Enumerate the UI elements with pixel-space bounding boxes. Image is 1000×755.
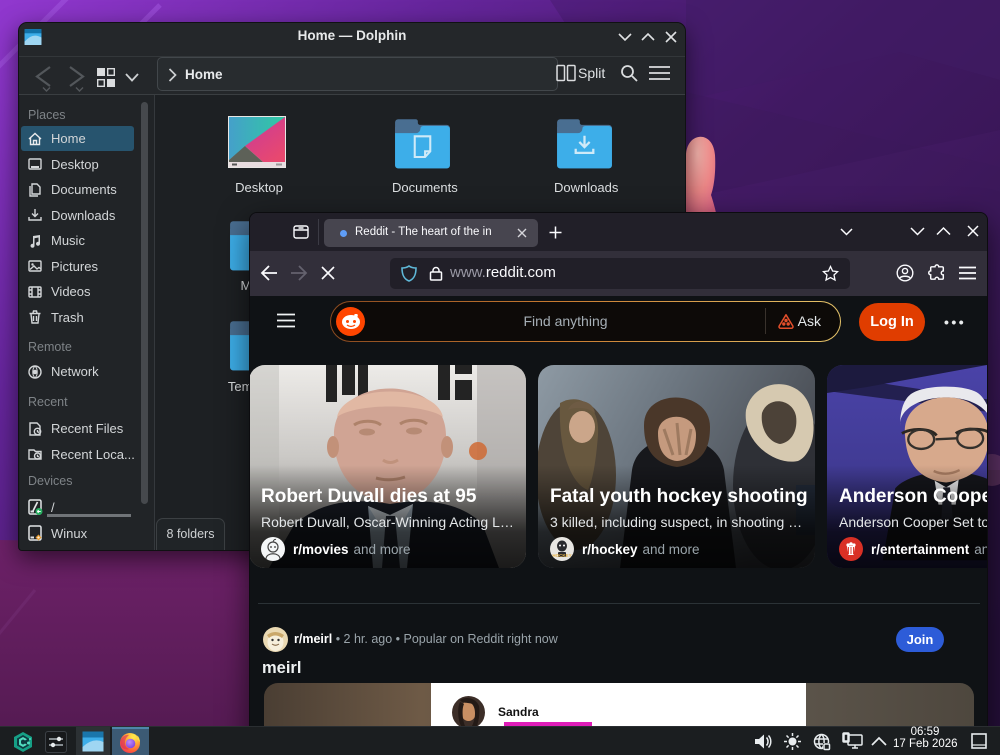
svg-text:HOCKEY: HOCKEY xyxy=(552,553,571,558)
